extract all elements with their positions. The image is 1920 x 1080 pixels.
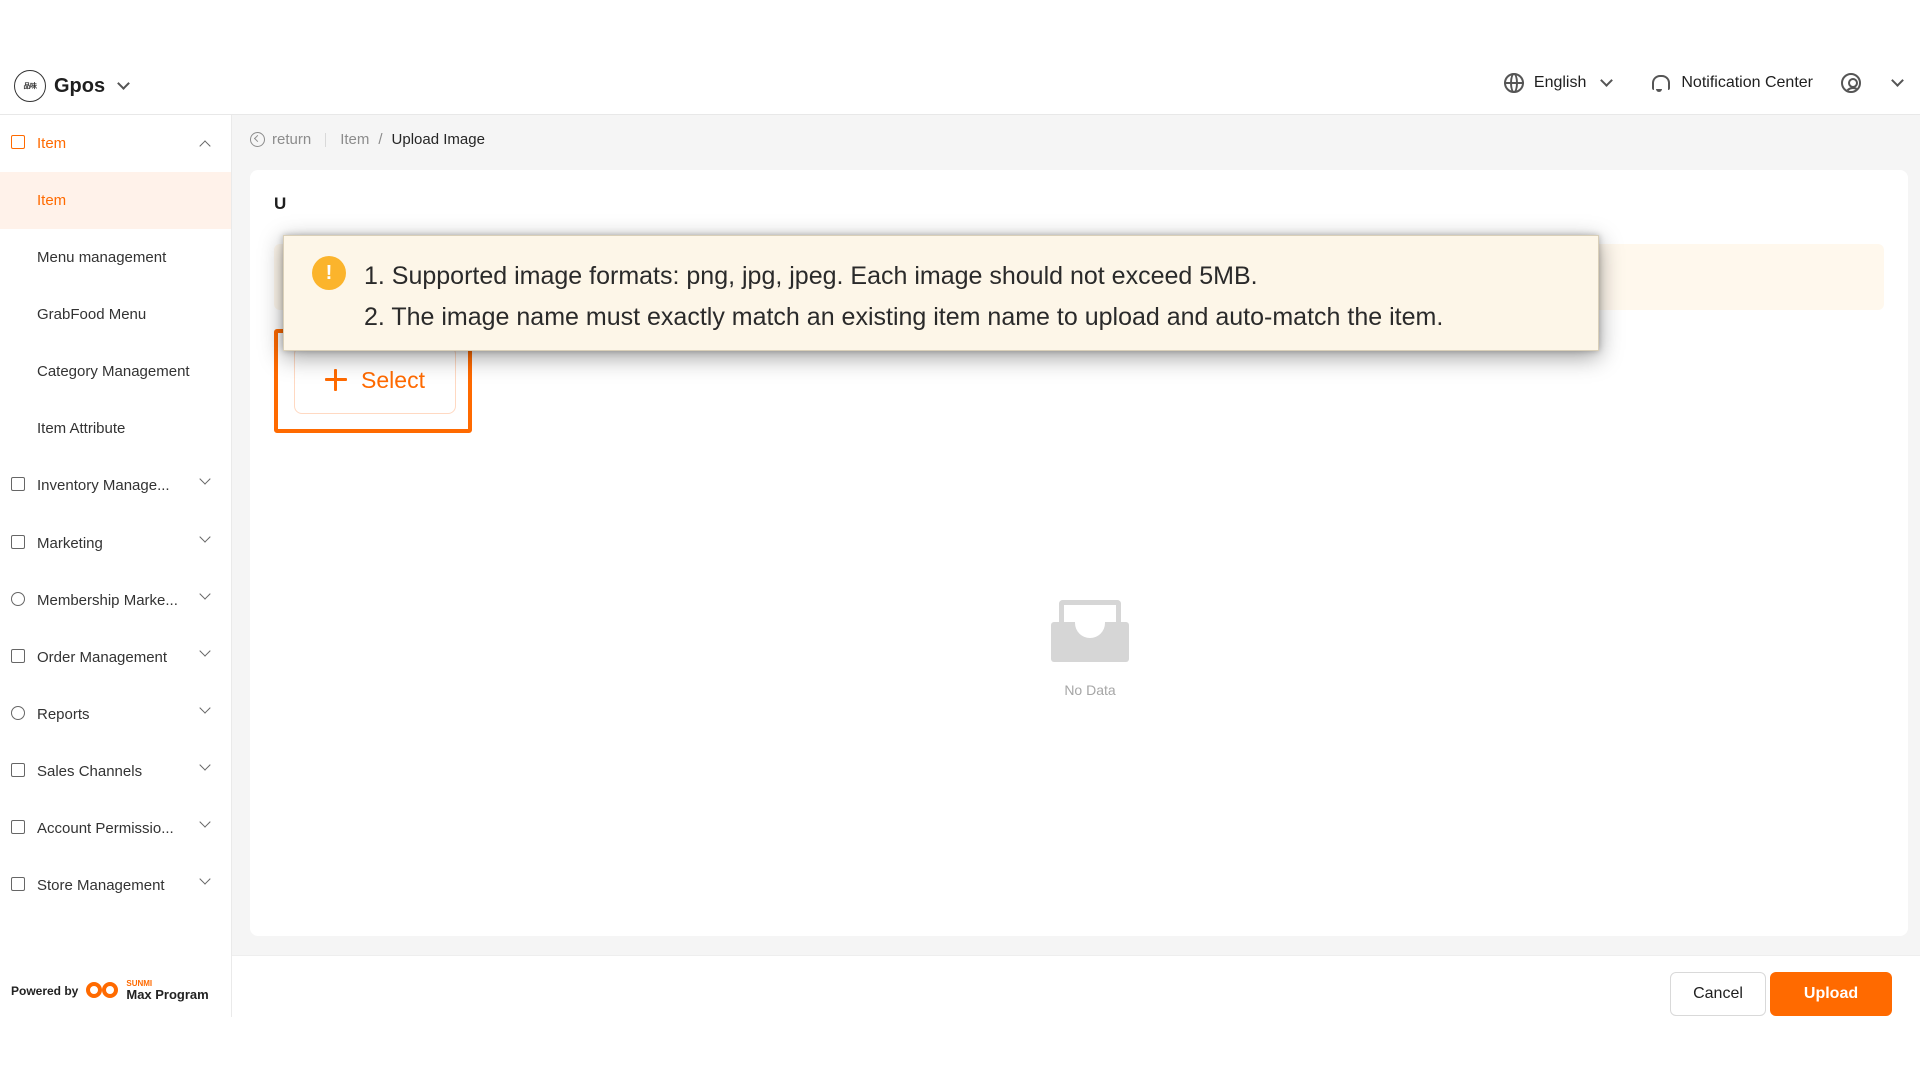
max-program-text: SUNMI Max Program xyxy=(126,980,208,1002)
sidebar-item-label: Store Management xyxy=(37,877,165,894)
language-label: English xyxy=(1533,74,1587,91)
sidebar-item-item-group[interactable]: Item xyxy=(0,115,231,172)
breadcrumb: return Item / Upload Image xyxy=(250,131,485,148)
chevron-down-icon xyxy=(1891,74,1904,87)
chevron-down-icon xyxy=(199,473,211,485)
brand-switcher[interactable]: 品味 Gpos xyxy=(14,70,130,102)
sidebar-item-marketing[interactable]: Marketing xyxy=(0,515,231,572)
empty-text: No Data xyxy=(1064,682,1116,698)
infinity-logo-icon xyxy=(86,980,122,1002)
header-actions: English Notification Center xyxy=(1503,73,1904,93)
notice-line-2: 2. The image name must exactly match an … xyxy=(364,303,1444,331)
notice-line-1: 1. Supported image formats: png, jpg, jp… xyxy=(364,262,1258,290)
globe-icon xyxy=(1503,73,1524,93)
warning-icon: ! xyxy=(312,256,346,290)
item-icon xyxy=(11,135,25,149)
breadcrumb-current: Upload Image xyxy=(391,131,485,148)
clock-icon xyxy=(11,706,25,720)
brand-logo: 品味 xyxy=(14,70,46,102)
sidebar-item-label: Menu management xyxy=(37,249,167,266)
sidebar-item-item[interactable]: Item xyxy=(0,172,231,229)
breadcrumb-divider xyxy=(325,132,327,147)
sidebar-item-category-management[interactable]: Category Management xyxy=(0,343,231,400)
notice-text: 1. Supported image formats: png, jpg, jp… xyxy=(364,256,1443,338)
page-title: U xyxy=(274,194,287,213)
bell-icon xyxy=(1651,74,1671,92)
sidebar-item-label: Inventory Manage... xyxy=(37,477,170,494)
cancel-button[interactable]: Cancel xyxy=(1670,972,1766,1016)
return-link[interactable]: return xyxy=(272,131,311,148)
select-button[interactable]: Select xyxy=(294,346,456,414)
notice-zoom-callout: ! 1. Supported image formats: png, jpg, … xyxy=(283,235,1599,351)
sidebar-item-label: Item xyxy=(37,135,67,152)
sidebar-item-menu-management[interactable]: Menu management xyxy=(0,229,231,286)
plus-icon xyxy=(325,369,348,391)
sidebar-item-reports[interactable]: Reports xyxy=(0,686,231,743)
store-icon xyxy=(11,877,25,891)
sidebar-item-store-management[interactable]: Store Management xyxy=(0,857,231,914)
sidebar-item-label: Account Permissio... xyxy=(37,820,174,837)
app-window: 品味 Gpos English Notification Center Item xyxy=(0,57,1920,1017)
upload-button[interactable]: Upload xyxy=(1770,972,1892,1016)
users-icon xyxy=(11,820,25,834)
chevron-down-icon xyxy=(199,873,211,885)
sidebar-item-label: Reports xyxy=(37,706,90,723)
action-footer: Cancel Upload xyxy=(232,955,1920,1017)
marketing-icon xyxy=(11,535,25,549)
sidebar-item-account-permission[interactable]: Account Permissio... xyxy=(0,800,231,857)
language-selector[interactable]: English xyxy=(1503,73,1641,93)
chevron-down-icon xyxy=(117,77,130,90)
sidebar-item-label: Marketing xyxy=(37,535,103,552)
powered-by: Powered by SUNMI Max Program xyxy=(11,980,209,1002)
powered-by-label: Powered by xyxy=(11,984,79,998)
select-label: Select xyxy=(361,366,425,393)
empty-inbox-icon xyxy=(1051,600,1129,662)
order-icon xyxy=(11,649,25,663)
sidebar-item-label: Sales Channels xyxy=(37,763,143,780)
sidebar-item-item-attribute[interactable]: Item Attribute xyxy=(0,400,231,457)
chevron-down-icon xyxy=(199,588,211,600)
notification-label: Notification Center xyxy=(1681,74,1813,91)
brand-name: Gpos xyxy=(54,74,106,97)
sidebar-item-label: Item Attribute xyxy=(37,420,126,437)
warehouse-icon xyxy=(11,477,25,491)
user-menu[interactable] xyxy=(1841,73,1904,93)
sidebar-item-label: Item xyxy=(37,192,67,209)
sidebar-item-label: Order Management xyxy=(37,649,168,666)
sidebar-item-label: Membership Marke... xyxy=(37,592,178,609)
max-program-logo: SUNMI Max Program xyxy=(86,980,209,1002)
sidebar-item-label: GrabFood Menu xyxy=(37,306,147,323)
breadcrumb-parent[interactable]: Item xyxy=(340,131,369,148)
sidebar-item-membership[interactable]: Membership Marke... xyxy=(0,572,231,629)
chevron-down-icon xyxy=(199,645,211,657)
chevron-down-icon xyxy=(199,702,211,714)
channels-icon xyxy=(11,763,25,777)
user-icon xyxy=(1841,73,1861,93)
sidebar-item-label: Category Management xyxy=(37,363,190,380)
top-header: 品味 Gpos English Notification Center xyxy=(0,57,1920,115)
breadcrumb-separator: / xyxy=(378,131,383,148)
membership-icon xyxy=(11,592,25,606)
max-program-label: Max Program xyxy=(126,987,209,1002)
sidebar-item-grabfood-menu[interactable]: GrabFood Menu xyxy=(0,286,231,343)
chevron-down-icon xyxy=(199,531,211,543)
empty-state: No Data xyxy=(1030,600,1150,698)
sidebar-item-sales-channels[interactable]: Sales Channels xyxy=(0,743,231,800)
sidebar-item-order-management[interactable]: Order Management xyxy=(0,629,231,686)
chevron-up-icon xyxy=(199,140,211,152)
notification-center[interactable]: Notification Center xyxy=(1651,74,1831,92)
sidebar-item-inventory[interactable]: Inventory Manage... xyxy=(0,457,231,514)
sidebar: Item Item Menu management GrabFood Menu … xyxy=(0,115,232,1017)
chevron-down-icon xyxy=(199,816,211,828)
return-icon[interactable] xyxy=(250,132,265,147)
chevron-down-icon xyxy=(199,759,211,771)
chevron-down-icon xyxy=(1600,74,1614,87)
